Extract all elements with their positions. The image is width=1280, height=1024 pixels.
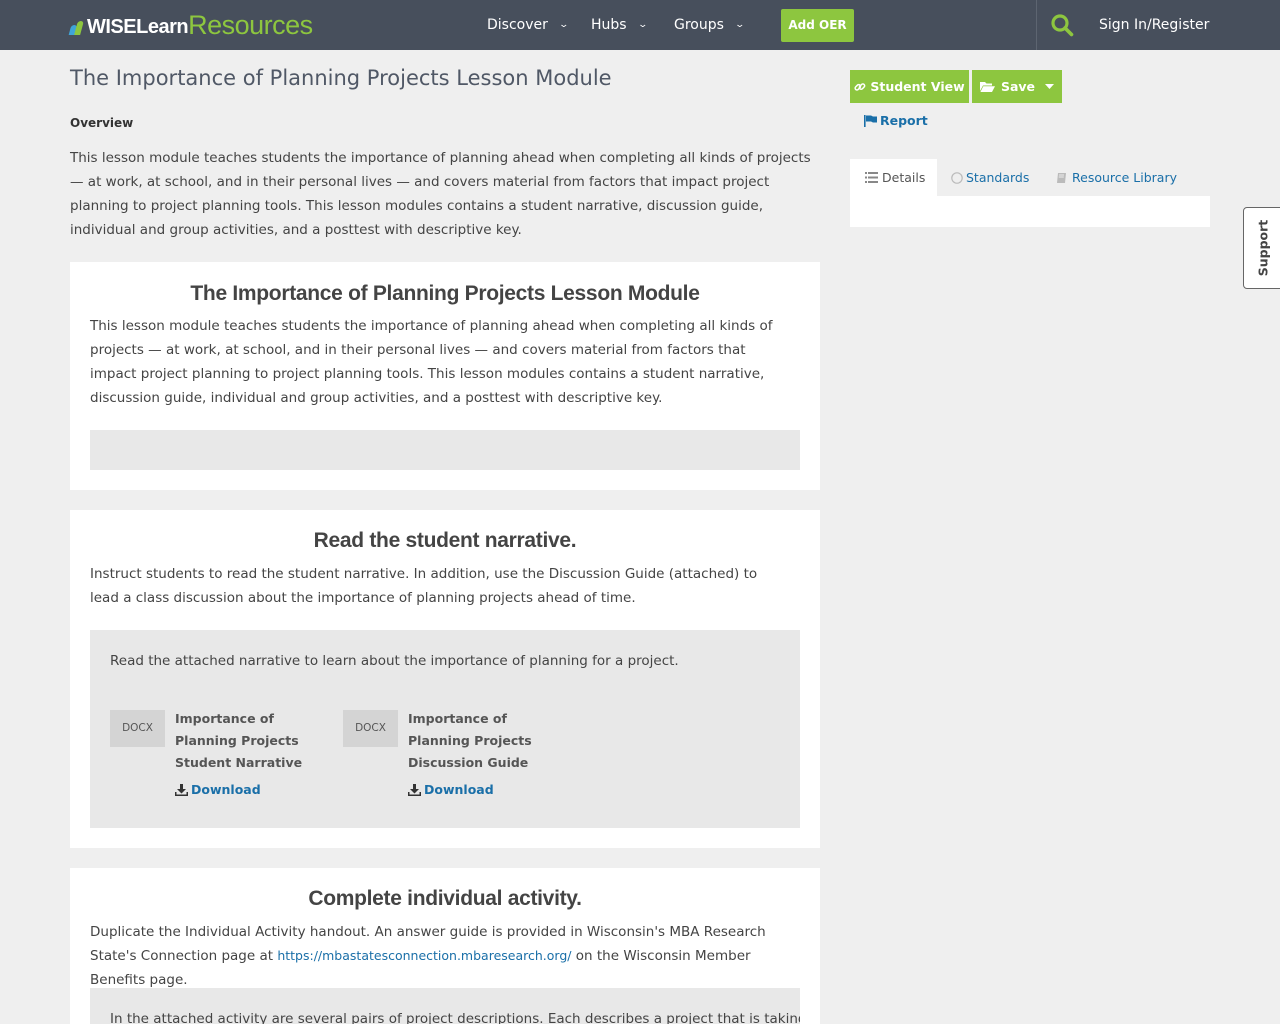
overview-label: Overview [70, 116, 134, 130]
tab-standards-label: Standards [966, 170, 1030, 185]
student-view-label: Student View [870, 79, 965, 94]
support-label: Support [1255, 219, 1271, 277]
section-inner-box [90, 430, 800, 470]
tab-details[interactable]: Details [850, 159, 937, 196]
download-icon [408, 783, 421, 796]
nav-discover[interactable]: Discover ⌄ [487, 0, 569, 50]
chevron-down-icon: ⌄ [637, 20, 648, 30]
section-card: Complete individual activity. Duplicate … [70, 868, 820, 1024]
section-heading: Read the student narrative. [313, 529, 577, 552]
save-button[interactable]: Save [972, 70, 1062, 103]
inner-text: Read the attached narrative to learn abo… [110, 653, 679, 669]
site-logo[interactable]: WISELearn Resources [68, 10, 313, 40]
flag-icon [864, 114, 877, 127]
logo-mark-icon [68, 19, 86, 35]
file-type-badge: DOCX [343, 710, 398, 747]
section-card: Read the student narrative. Instruct stu… [70, 510, 820, 848]
logo-resources-text: Resources [188, 10, 313, 40]
section-text: This lesson module teaches students the … [90, 318, 773, 406]
section-text: Duplicate the Individual Activity handou… [90, 920, 800, 992]
chevron-down-icon: ⌄ [558, 20, 569, 30]
section-heading: The Importance of Planning Projects Less… [190, 282, 700, 305]
add-oer-button[interactable]: Add OER [781, 9, 854, 42]
file-name: Importance of Planning Projects Student … [175, 711, 303, 770]
search-icon[interactable] [1050, 13, 1074, 37]
resource-tabs: Details Standards Resource Library [850, 159, 1210, 196]
logo-wise-text: WISELearn [87, 16, 189, 38]
tab-standards[interactable]: Standards [951, 159, 1029, 196]
nav-hubs[interactable]: Hubs ⌄ [591, 0, 648, 50]
link-icon [854, 82, 866, 91]
mba-research-link[interactable]: https://mbastatesconnection.mbaresearch.… [277, 948, 571, 963]
file-type-badge: DOCX [110, 710, 165, 747]
download-icon [175, 783, 188, 796]
caret-down-icon [1045, 83, 1055, 89]
folder-open-icon [979, 81, 995, 92]
overview-text: This lesson module teaches students the … [70, 150, 811, 238]
support-tab[interactable]: Support [1243, 207, 1280, 289]
section-text: Instruct students to read the student na… [90, 566, 758, 606]
sign-in-register-link[interactable]: Sign In/Register [1099, 0, 1209, 50]
nav-discover-label: Discover [487, 17, 548, 33]
top-navbar: WISELearn Resources Discover ⌄ Hubs ⌄ Gr… [0, 0, 1280, 50]
file-name: Importance of Planning Projects Discussi… [408, 711, 532, 770]
list-icon [865, 172, 878, 183]
tab-resource-library-label: Resource Library [1072, 170, 1178, 185]
circle-icon [951, 171, 963, 184]
report-label: Report [880, 113, 928, 128]
inner-text: In the attached activity are several pai… [110, 1011, 800, 1024]
student-view-button[interactable]: Student View [850, 70, 969, 103]
section-inner-box: Read the attached narrative to learn abo… [90, 630, 800, 828]
page-title: The Importance of Planning Projects Less… [70, 66, 612, 90]
report-link[interactable]: Report [864, 113, 928, 128]
save-label: Save [1000, 79, 1036, 94]
nav-groups-label: Groups [674, 17, 724, 33]
tab-resource-library[interactable]: Resource Library [1056, 159, 1177, 196]
download-link[interactable]: Download [175, 782, 261, 797]
chevron-down-icon: ⌄ [734, 20, 745, 30]
section-heading: Complete individual activity. [308, 887, 582, 910]
download-label: Download [424, 782, 494, 797]
nav-hubs-label: Hubs [591, 17, 627, 33]
nav-groups[interactable]: Groups ⌄ [674, 0, 745, 50]
book-icon [1057, 172, 1066, 183]
nav-divider [1036, 0, 1037, 50]
section-card: The Importance of Planning Projects Less… [70, 262, 820, 490]
section-inner-box: In the attached activity are several pai… [90, 988, 800, 1024]
tab-details-label: Details [882, 170, 926, 185]
tab-panel [850, 196, 1210, 227]
download-link[interactable]: Download [408, 782, 494, 797]
download-label: Download [191, 782, 261, 797]
